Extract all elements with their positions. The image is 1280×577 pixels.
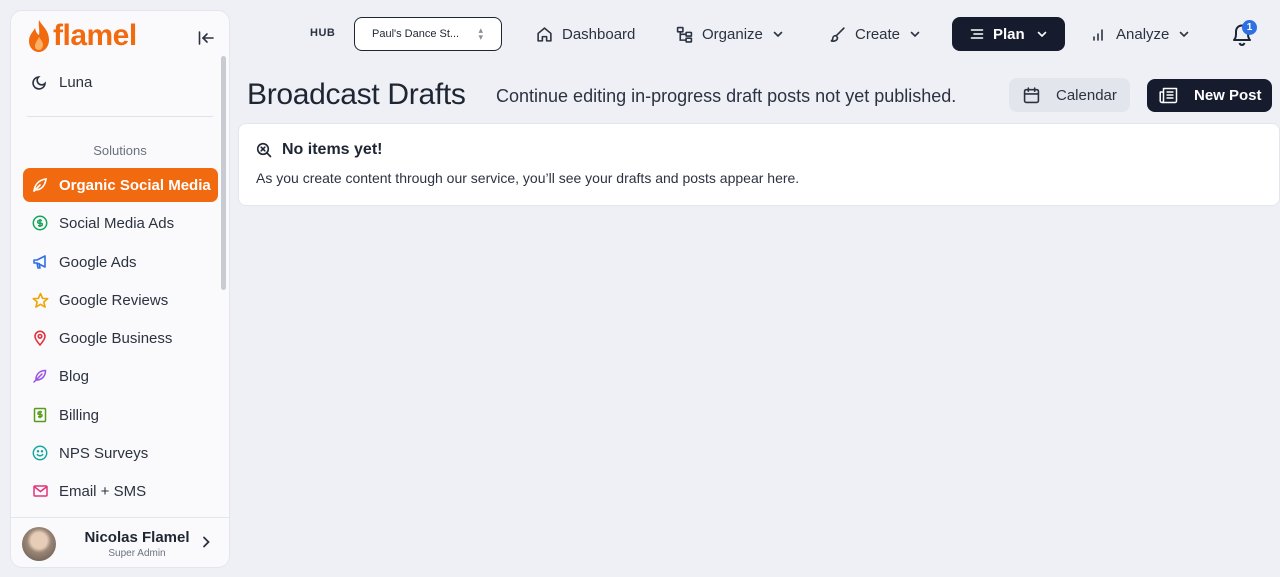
mail-icon xyxy=(31,482,49,500)
list-icon xyxy=(970,28,984,40)
sidebar-item-label: Luna xyxy=(59,73,93,91)
calendar-icon xyxy=(1023,86,1040,104)
smiley-icon xyxy=(31,444,49,462)
calendar-button[interactable]: Calendar xyxy=(1009,78,1130,112)
chevron-down-icon xyxy=(1037,31,1047,38)
page-subtitle: Continue editing in-progress draft posts… xyxy=(496,86,957,106)
sidebar-item-google-business[interactable]: Google Business xyxy=(23,321,218,355)
brush-icon xyxy=(829,26,846,43)
nav-plan[interactable]: Plan xyxy=(952,17,1065,51)
sidebar-item-label: Email + SMS xyxy=(59,482,147,500)
sidebar-item-organic-social-media[interactable]: Organic Social Media xyxy=(23,168,218,202)
user-name: Nicolas Flamel xyxy=(84,528,190,546)
sidebar-item-label: Organic Social Media xyxy=(59,176,211,194)
new-post-button[interactable]: New Post xyxy=(1147,79,1272,112)
nav-label: Create xyxy=(855,25,901,43)
sidebar-item-luna[interactable]: Luna xyxy=(23,65,218,99)
empty-state-card: No items yet! As you create content thro… xyxy=(238,123,1280,206)
sidebar-item-label: Social Media Ads xyxy=(59,214,175,232)
nav-label: Organize xyxy=(702,25,763,43)
notification-badge: 1 xyxy=(1242,20,1257,35)
flame-icon xyxy=(29,20,49,52)
dollar-circle-icon xyxy=(31,214,49,232)
nav-analyze[interactable]: Analyze xyxy=(1079,17,1201,51)
leaf-icon xyxy=(31,176,49,194)
sidebar-scrollbar[interactable] xyxy=(221,56,226,290)
empty-state-description: As you create content through our servic… xyxy=(256,170,800,186)
chevron-down-icon xyxy=(1179,31,1189,38)
empty-state-title: No items yet! xyxy=(282,141,383,158)
chevron-down-icon xyxy=(910,31,920,38)
nav-dashboard[interactable]: Dashboard xyxy=(524,17,647,51)
newspaper-icon xyxy=(1159,87,1178,104)
hub-label: HUB xyxy=(310,27,336,39)
billing-icon xyxy=(31,406,49,424)
nav-label: Plan xyxy=(993,25,1025,43)
user-role: Super Admin xyxy=(108,547,166,559)
brand-name: flamel xyxy=(53,19,137,52)
select-arrows-icon: ▴ ▾ xyxy=(478,25,483,42)
collapse-left-icon xyxy=(198,31,214,45)
nav-label: Dashboard xyxy=(562,25,636,43)
hub-selected-value: Paul's Dance St... xyxy=(372,28,460,40)
megaphone-icon xyxy=(31,253,49,271)
empty-state-title-row: No items yet! xyxy=(256,141,382,159)
map-pin-icon xyxy=(31,329,49,347)
home-icon xyxy=(536,26,553,43)
sidebar-item-billing[interactable]: Billing xyxy=(23,398,218,432)
calendar-button-label: Calendar xyxy=(1056,86,1117,104)
star-icon xyxy=(31,291,49,309)
collapse-sidebar-button[interactable] xyxy=(195,27,217,49)
sidebar-item-google-ads[interactable]: Google Ads xyxy=(23,245,218,279)
avatar xyxy=(22,526,56,561)
sidebar-item-google-reviews[interactable]: Google Reviews xyxy=(23,283,218,317)
sidebar-item-label: Billing xyxy=(59,406,100,424)
sidebar-item-label: Google Business xyxy=(59,329,173,347)
sidebar-item-label: Google Ads xyxy=(59,253,137,271)
sidebar-divider xyxy=(27,116,213,117)
chevron-right-icon[interactable] xyxy=(201,535,211,554)
user-profile[interactable]: Nicolas Flamel Super Admin xyxy=(11,517,229,567)
sidebar-item-social-media-ads[interactable]: Social Media Ads xyxy=(23,206,218,240)
feather-icon xyxy=(31,367,49,385)
organize-icon xyxy=(676,26,693,43)
chevron-down-icon xyxy=(773,31,783,38)
new-post-button-label: New Post xyxy=(1194,87,1262,104)
sidebar-item-nps-surveys[interactable]: NPS Surveys xyxy=(23,436,218,470)
page-title: Broadcast Drafts xyxy=(247,78,466,111)
sidebar: flamel Luna Solutions Organic Social Med… xyxy=(10,10,230,568)
sidebar-item-label: Blog xyxy=(59,367,90,385)
nav-label: Analyze xyxy=(1116,25,1170,43)
sidebar-item-email-sms[interactable]: Email + SMS xyxy=(23,474,218,508)
moon-icon xyxy=(31,73,49,91)
sidebar-item-label: NPS Surveys xyxy=(59,444,149,462)
flamel-logo[interactable]: flamel xyxy=(27,19,137,53)
bar-chart-icon xyxy=(1091,26,1107,42)
hub-select[interactable]: Paul's Dance St... ▴ ▾ xyxy=(354,17,502,51)
nav-organize[interactable]: Organize xyxy=(664,17,795,51)
search-x-icon xyxy=(256,142,272,158)
nav-create[interactable]: Create xyxy=(817,17,932,51)
sidebar-item-label: Google Reviews xyxy=(59,291,169,309)
section-label: Solutions xyxy=(93,143,147,158)
sidebar-item-blog[interactable]: Blog xyxy=(23,359,218,393)
